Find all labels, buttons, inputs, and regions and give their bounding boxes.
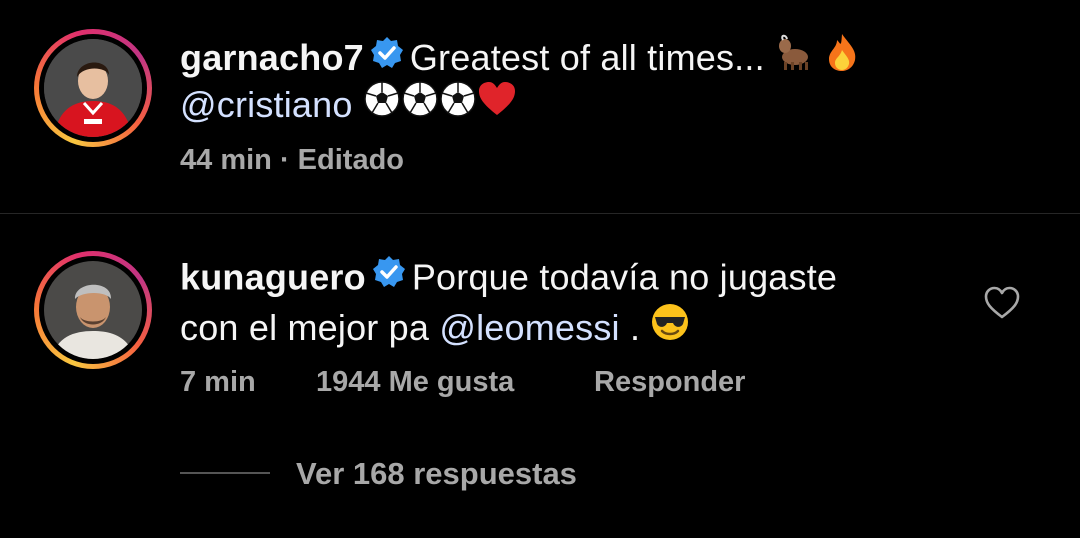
verified-badge-icon [372, 254, 406, 300]
username[interactable]: kunaguero [180, 257, 366, 298]
view-replies-button[interactable]: Ver 168 respuestas [296, 456, 577, 492]
avatar-story-ring[interactable] [34, 29, 152, 147]
avatar-story-ring[interactable] [34, 251, 152, 369]
comment-meta: 44 min · Editado [180, 144, 404, 177]
comment-line-1: kunaguero Porque todavía no jugaste [180, 254, 837, 306]
reply-button[interactable]: Responder [594, 366, 745, 399]
comment-text-continued: con el mejor pa [180, 307, 430, 349]
comment-line-2: @cristiano [180, 80, 517, 135]
fire-emoji [823, 32, 861, 83]
replies-divider-line [180, 472, 270, 474]
edited-label: Editado [297, 144, 405, 176]
avatar [44, 261, 142, 359]
soccer-ball-emoji [363, 80, 401, 129]
meta-separator: · [279, 144, 290, 176]
avatar [44, 39, 142, 137]
username[interactable]: garnacho7 [180, 37, 364, 78]
mention-link[interactable]: @leomessi [439, 307, 619, 348]
comment-time: 44 min [180, 144, 272, 176]
comment-divider [0, 213, 1080, 214]
sunglasses-emoji [650, 302, 690, 353]
comment-text: Greatest of all times... [409, 37, 765, 79]
mention-link[interactable]: @cristiano [180, 84, 353, 125]
comment-text: Porque todavía no jugaste [411, 256, 838, 298]
comment-text-period: . [629, 307, 641, 349]
soccer-ball-emoji [439, 80, 477, 129]
like-heart-icon[interactable] [984, 286, 1020, 325]
soccer-ball-emoji [401, 80, 439, 129]
comment-line-2: con el mejor pa @leomessi . [180, 302, 690, 359]
like-count[interactable]: 1944 Me gusta [316, 366, 514, 399]
red-heart-emoji [477, 80, 517, 129]
comment-time: 7 min [180, 366, 256, 398]
goat-emoji [775, 33, 813, 82]
verified-badge-icon [370, 35, 404, 81]
